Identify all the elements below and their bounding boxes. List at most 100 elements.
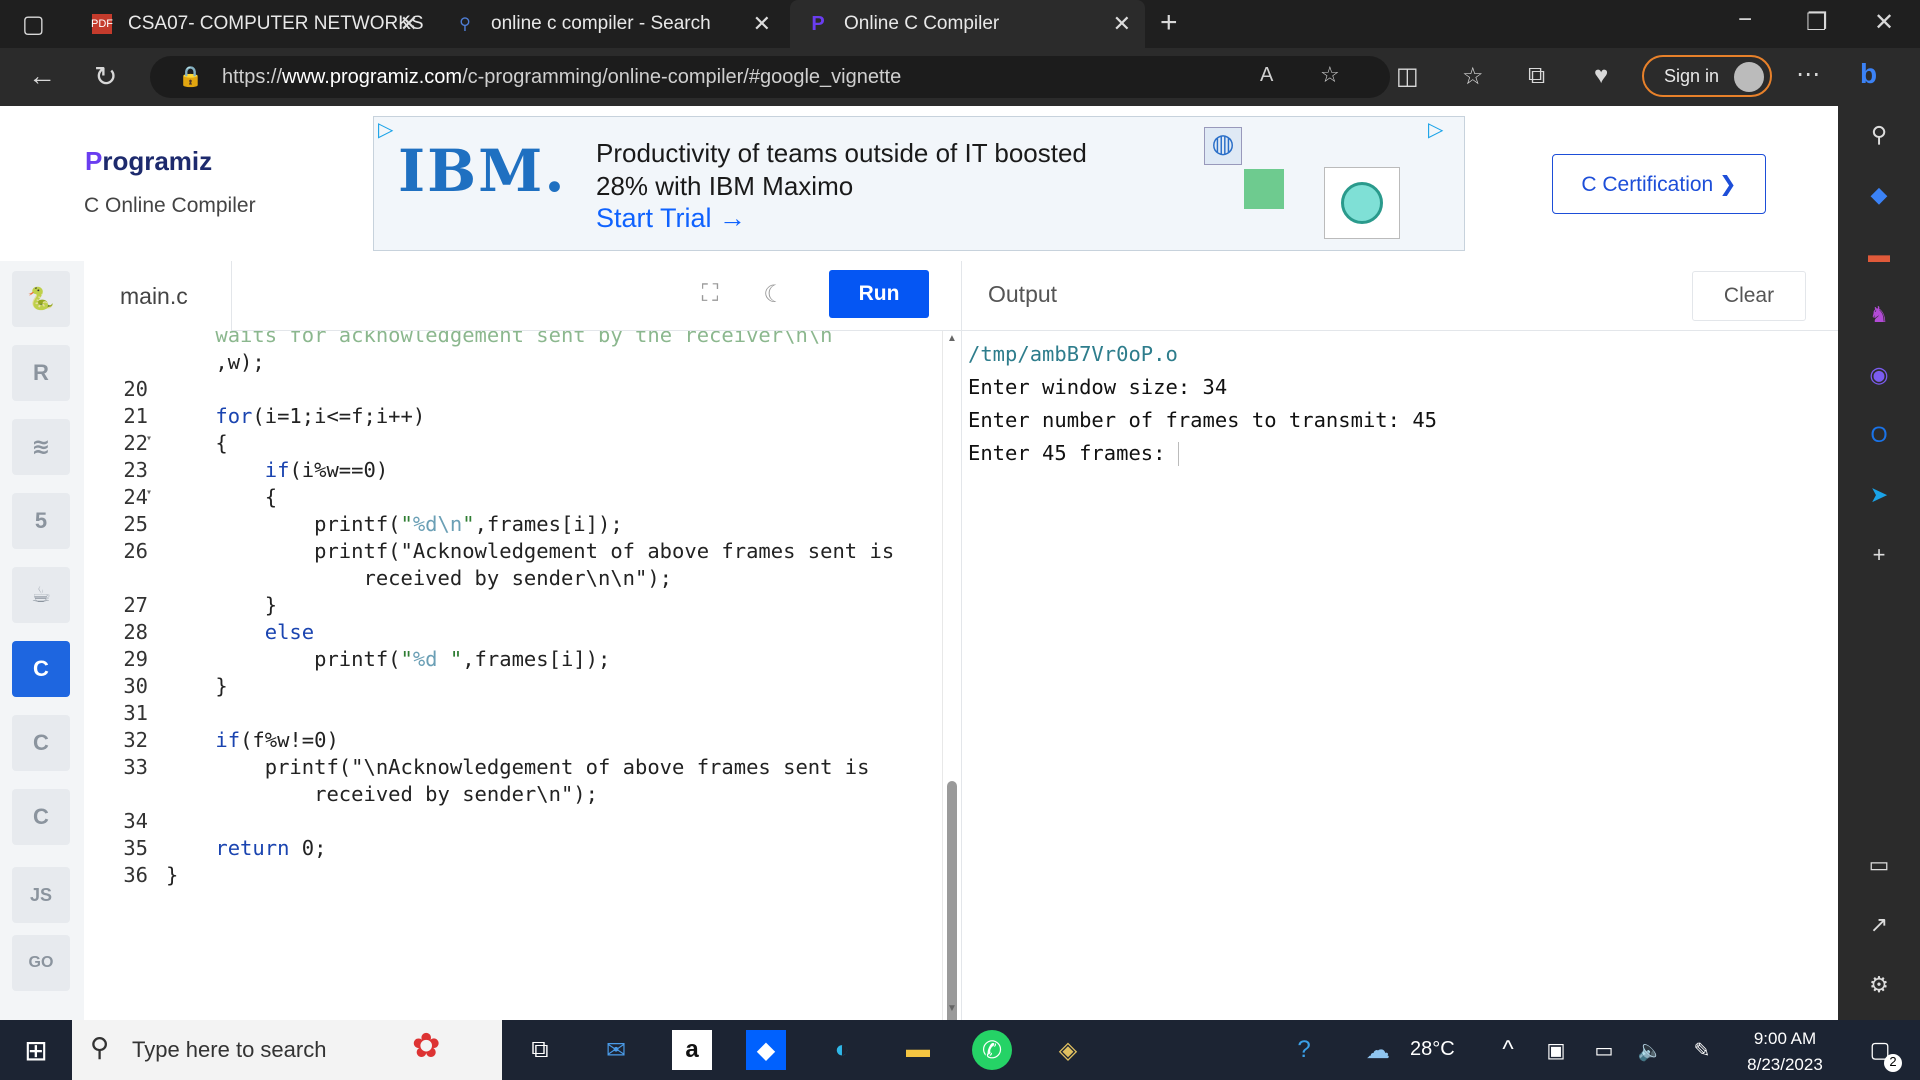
show-hidden-icons[interactable]: ^ bbox=[1488, 1030, 1528, 1070]
sql-lang-icon[interactable]: ≋ bbox=[12, 419, 70, 475]
close-tab-icon[interactable]: ✕ bbox=[1113, 11, 1131, 37]
html-lang-icon[interactable]: 5 bbox=[12, 493, 70, 549]
help-icon[interactable]: ? bbox=[1284, 1030, 1324, 1070]
refresh-icon[interactable]: ↻ bbox=[94, 60, 117, 93]
scroll-up-icon[interactable]: ▲ bbox=[947, 333, 957, 344]
search-placeholder: Type here to search bbox=[132, 1037, 327, 1062]
pane-divider[interactable] bbox=[961, 261, 962, 1020]
ad-start-trial-link[interactable]: Start Trial → bbox=[596, 203, 746, 234]
editor-scrollbar[interactable]: ▲ ▼ bbox=[942, 331, 961, 1020]
microsoft-365-icon[interactable]: ◉ bbox=[1866, 362, 1892, 388]
restore-icon[interactable]: ❐ bbox=[1806, 8, 1828, 37]
tab-online-c-compiler[interactable]: P Online C Compiler ✕ bbox=[790, 0, 1145, 48]
fold-arrow-icon[interactable]: ▾ bbox=[146, 433, 152, 444]
page-subtitle: C Online Compiler bbox=[84, 194, 256, 217]
output-line: Enter 45 frames: bbox=[968, 437, 1437, 470]
search-icon[interactable]: ⚲ bbox=[1866, 122, 1892, 148]
minimize-icon[interactable]: − bbox=[1738, 6, 1752, 34]
tab-label: online c compiler - Search bbox=[491, 13, 711, 34]
collections-icon[interactable]: ⧉ bbox=[1528, 62, 1545, 90]
scroll-down-icon[interactable]: ▼ bbox=[947, 1003, 957, 1014]
windows-start-icon[interactable]: ⊞ bbox=[16, 1030, 56, 1070]
more-options-icon[interactable]: ⋯ bbox=[1796, 60, 1820, 89]
tools-icon[interactable]: ▬ bbox=[1866, 242, 1892, 268]
close-window-icon[interactable]: ✕ bbox=[1874, 8, 1894, 37]
c-lang-icon[interactable]: C bbox=[12, 641, 70, 697]
notification-icon[interactable]: ▢ 2 bbox=[1860, 1030, 1902, 1072]
programiz-logo[interactable]: Programiz bbox=[85, 146, 212, 177]
output-console[interactable]: /tmp/ambB7Vr0oP.o Enter window size: 34 … bbox=[968, 338, 1437, 470]
favorites-icon[interactable]: ☆ bbox=[1462, 62, 1484, 91]
language-sidebar: 🐍 R ≋ 5 ☕ C C C JS GO bbox=[0, 261, 84, 1020]
csharp-lang-icon[interactable]: C bbox=[12, 789, 70, 845]
run-button[interactable]: Run bbox=[829, 270, 929, 318]
url-prefix: https:// bbox=[222, 65, 283, 88]
pen-icon[interactable]: ✎ bbox=[1682, 1030, 1722, 1070]
volume-icon[interactable]: 🔈 bbox=[1630, 1030, 1670, 1070]
back-icon[interactable]: ← bbox=[28, 60, 56, 92]
tab-actions-icon[interactable]: ▢ bbox=[22, 10, 45, 39]
dropbox-icon[interactable]: ◆ bbox=[746, 1030, 786, 1070]
code-text: } bbox=[166, 863, 179, 887]
cpp-lang-icon[interactable]: C bbox=[12, 715, 70, 771]
external-link-icon[interactable]: ↗ bbox=[1866, 912, 1892, 938]
sidebar-toggle-icon[interactable]: ▭ bbox=[1866, 852, 1892, 878]
close-tab-icon[interactable]: ✕ bbox=[753, 11, 771, 37]
amazon-icon[interactable]: a bbox=[672, 1030, 712, 1070]
clear-button[interactable]: Clear bbox=[1692, 271, 1806, 321]
c-certification-button[interactable]: C Certification ❯ bbox=[1552, 154, 1766, 214]
edge-icon[interactable]: ◐ bbox=[822, 1030, 862, 1070]
send-icon[interactable]: ➤ bbox=[1866, 482, 1892, 508]
shopping-icon[interactable]: ◆ bbox=[1866, 182, 1892, 208]
code-editor[interactable]: waits for acknowledgement sent by the re… bbox=[84, 331, 942, 1020]
close-tab-icon[interactable]: ✕ bbox=[400, 11, 418, 37]
file-tab-main-c[interactable]: main.c bbox=[84, 261, 232, 331]
clock-date: 8/23/2023 bbox=[1747, 1055, 1823, 1074]
outlook-icon[interactable]: O bbox=[1866, 422, 1892, 448]
clock-time: 9:00 AM bbox=[1753, 1029, 1817, 1048]
url-field[interactable]: 🔒 https://www.programiz.com/c-programmin… bbox=[150, 56, 1390, 98]
sign-in-button[interactable]: Sign in bbox=[1642, 55, 1772, 97]
logo-text: rogramiz bbox=[102, 146, 213, 176]
games-icon[interactable]: ♞ bbox=[1866, 302, 1892, 328]
fold-arrow-icon[interactable]: ▾ bbox=[146, 487, 152, 498]
mail-icon[interactable]: ✉ bbox=[596, 1030, 636, 1070]
search-icon: ⚲ bbox=[90, 1032, 110, 1062]
tab-computer-networks[interactable]: PDF CSA07- COMPUTER NETWORKS ✕ bbox=[72, 0, 432, 48]
copilot-icon[interactable]: b bbox=[1860, 58, 1877, 90]
notification-count: 2 bbox=[1884, 1054, 1902, 1072]
java-lang-icon[interactable]: ☕ bbox=[12, 567, 70, 623]
browser-essentials-icon[interactable]: ♥ bbox=[1594, 62, 1608, 90]
scrollbar-thumb[interactable] bbox=[947, 781, 957, 1020]
grid-graphic bbox=[1244, 169, 1284, 209]
adchoices-icon[interactable]: ▷ bbox=[378, 117, 393, 142]
output-title: Output bbox=[988, 281, 1058, 307]
fullscreen-icon[interactable]: ⛶ bbox=[688, 272, 732, 316]
network-icon[interactable]: ▣ bbox=[1536, 1030, 1576, 1070]
whatsapp-icon[interactable]: ✆ bbox=[972, 1030, 1012, 1070]
adchoices-icon[interactable]: ▷ bbox=[1428, 117, 1443, 142]
tab-search[interactable]: ⚲ online c compiler - Search ✕ bbox=[435, 0, 785, 48]
dark-mode-icon[interactable]: ☾ bbox=[752, 272, 796, 316]
taskbar-clock[interactable]: 9:00 AM 8/23/2023 bbox=[1740, 1026, 1830, 1078]
task-view-icon[interactable]: ⧉ bbox=[520, 1030, 560, 1070]
read-aloud-icon[interactable]: A bbox=[1260, 64, 1273, 87]
go-lang-icon[interactable]: GO bbox=[12, 935, 70, 991]
app-icon[interactable]: ◈ bbox=[1048, 1030, 1088, 1070]
file-explorer-icon[interactable]: ▬ bbox=[898, 1030, 938, 1070]
weather-temp[interactable]: 28°C bbox=[1410, 1038, 1455, 1061]
r-lang-icon[interactable]: R bbox=[12, 345, 70, 401]
code-line: 36} bbox=[84, 857, 942, 890]
logo-letter: P bbox=[85, 146, 103, 176]
split-screen-icon[interactable]: ◫ bbox=[1396, 62, 1419, 91]
add-icon[interactable]: + bbox=[1866, 542, 1892, 568]
settings-icon[interactable]: ⚙ bbox=[1866, 972, 1892, 998]
taskbar-search-field[interactable]: ⚲ Type here to search ✿ bbox=[72, 1020, 502, 1080]
battery-icon[interactable]: ▭ bbox=[1584, 1030, 1624, 1070]
ibm-ad-banner[interactable]: ▷ IBM. Productivity of teams outside of … bbox=[373, 116, 1465, 251]
python-lang-icon[interactable]: 🐍 bbox=[12, 271, 70, 327]
pdf-icon: PDF bbox=[91, 14, 113, 34]
favorite-star-icon[interactable]: ☆ bbox=[1320, 62, 1340, 88]
js-lang-icon[interactable]: JS bbox=[12, 867, 70, 923]
new-tab-icon[interactable]: + bbox=[1160, 6, 1178, 40]
